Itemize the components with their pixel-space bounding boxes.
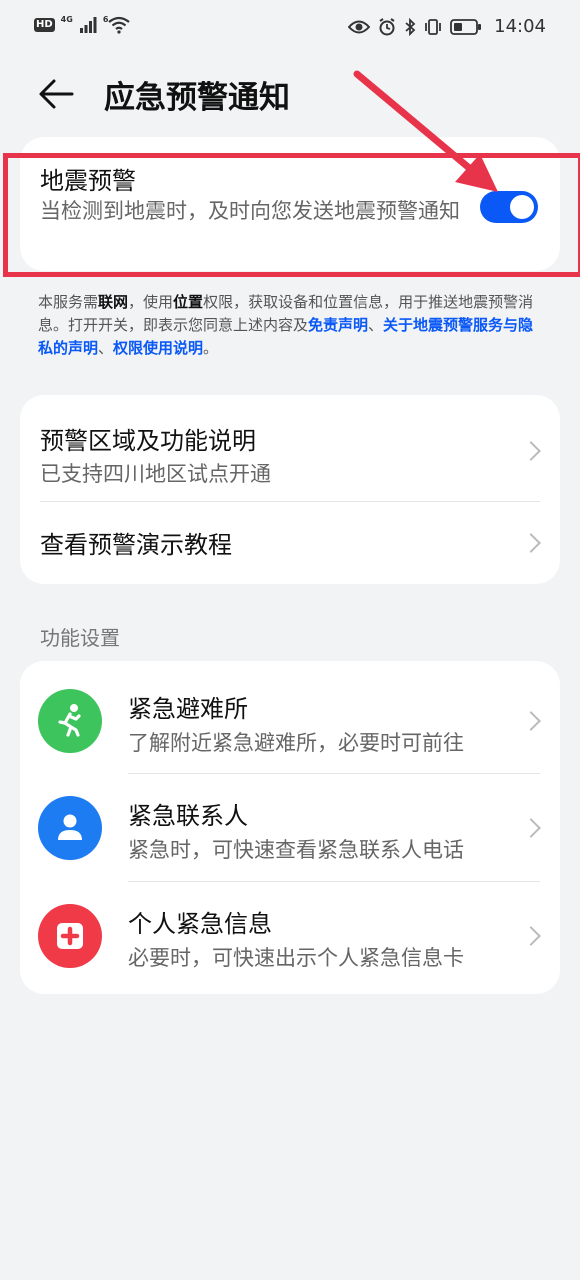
emergency-shelter-row[interactable]: 紧急避难所 了解附近紧急避难所，必要时可前往: [20, 661, 560, 773]
emergency-contacts-title: 紧急联系人: [128, 802, 248, 830]
earthquake-warning-title: 地震预警: [40, 167, 136, 195]
status-bar: HD 4G 6 14:04: [0, 0, 580, 56]
battery-icon: [450, 18, 482, 35]
page-title: 应急预警通知: [104, 80, 290, 116]
personal-emergency-info-row[interactable]: 个人紧急信息 必要时，可快速出示个人紧急信息卡: [20, 882, 560, 994]
emergency-shelter-title: 紧急避难所: [128, 695, 248, 723]
vibrate-icon: [425, 18, 442, 35]
service-notice: 本服务需联网，使用位置权限，获取设备和位置信息，用于推送地震预警消息。打开开关，…: [38, 291, 548, 360]
function-settings-card: 紧急避难所 了解附近紧急避难所，必要时可前往 紧急联系人 紧急时，可快速查看紧急…: [20, 661, 560, 994]
personal-emergency-info-title: 个人紧急信息: [128, 910, 272, 938]
alarm-icon: [379, 17, 395, 35]
notice-separator: 、: [98, 339, 114, 357]
demo-tutorial-row[interactable]: 查看预警演示教程: [20, 502, 560, 584]
notice-period: 。: [203, 339, 219, 357]
notice-text: ，使用: [128, 293, 174, 311]
disclaimer-link[interactable]: 免责声明: [308, 316, 368, 334]
emergency-contacts-subtitle: 紧急时，可快速查看紧急联系人电话: [128, 838, 464, 862]
chevron-right-icon: [521, 926, 541, 946]
chevron-right-icon: [521, 711, 541, 731]
clock: 14:04: [494, 16, 546, 37]
emergency-shelter-subtitle: 了解附近紧急避难所，必要时可前往: [128, 731, 464, 755]
notice-text: 本服务需: [38, 293, 99, 311]
chevron-right-icon: [521, 441, 541, 461]
status-right: 14:04: [348, 16, 546, 37]
chevron-right-icon: [521, 533, 541, 553]
notice-location: 位置: [173, 293, 204, 311]
section-label: 功能设置: [40, 626, 120, 650]
hd-badge: HD: [34, 18, 55, 32]
notice-network: 联网: [98, 293, 129, 311]
back-arrow-icon: [39, 79, 74, 109]
chevron-right-icon: [521, 818, 541, 838]
wifi-icon: [108, 16, 131, 34]
medical-card-icon: [38, 904, 102, 968]
warning-area-subtitle: 已支持四川地区试点开通: [40, 462, 271, 486]
person-icon: [38, 796, 102, 860]
earthquake-warning-description: 当检测到地震时，及时向您发送地震预警通知: [40, 199, 460, 223]
running-person-icon: [38, 689, 102, 753]
earthquake-warning-toggle[interactable]: [480, 191, 538, 223]
page-header: 应急预警通知: [0, 64, 580, 124]
personal-emergency-info-subtitle: 必要时，可快速出示个人紧急信息卡: [128, 946, 464, 970]
warning-area-row[interactable]: 预警区域及功能说明 已支持四川地区试点开通: [20, 395, 560, 501]
demo-tutorial-title: 查看预警演示教程: [40, 531, 232, 559]
network-type: 4G: [60, 14, 73, 24]
earthquake-warning-card: 地震预警 当检测到地震时，及时向您发送地震预警通知: [20, 137, 560, 271]
signal-icon: [79, 17, 97, 33]
toggle-knob: [510, 195, 534, 219]
back-button[interactable]: [38, 76, 78, 112]
warning-area-title: 预警区域及功能说明: [40, 427, 256, 455]
emergency-contacts-row[interactable]: 紧急联系人 紧急时，可快速查看紧急联系人电话: [20, 774, 560, 881]
bluetooth-icon: [405, 17, 416, 36]
notice-separator: 、: [368, 316, 384, 334]
status-left: HD 4G 6: [34, 14, 131, 34]
wifi-badge: 6: [102, 14, 109, 24]
eye-icon: [348, 20, 371, 33]
permission-usage-link[interactable]: 权限使用说明: [113, 339, 203, 357]
warning-info-card: 预警区域及功能说明 已支持四川地区试点开通 查看预警演示教程: [20, 395, 560, 584]
